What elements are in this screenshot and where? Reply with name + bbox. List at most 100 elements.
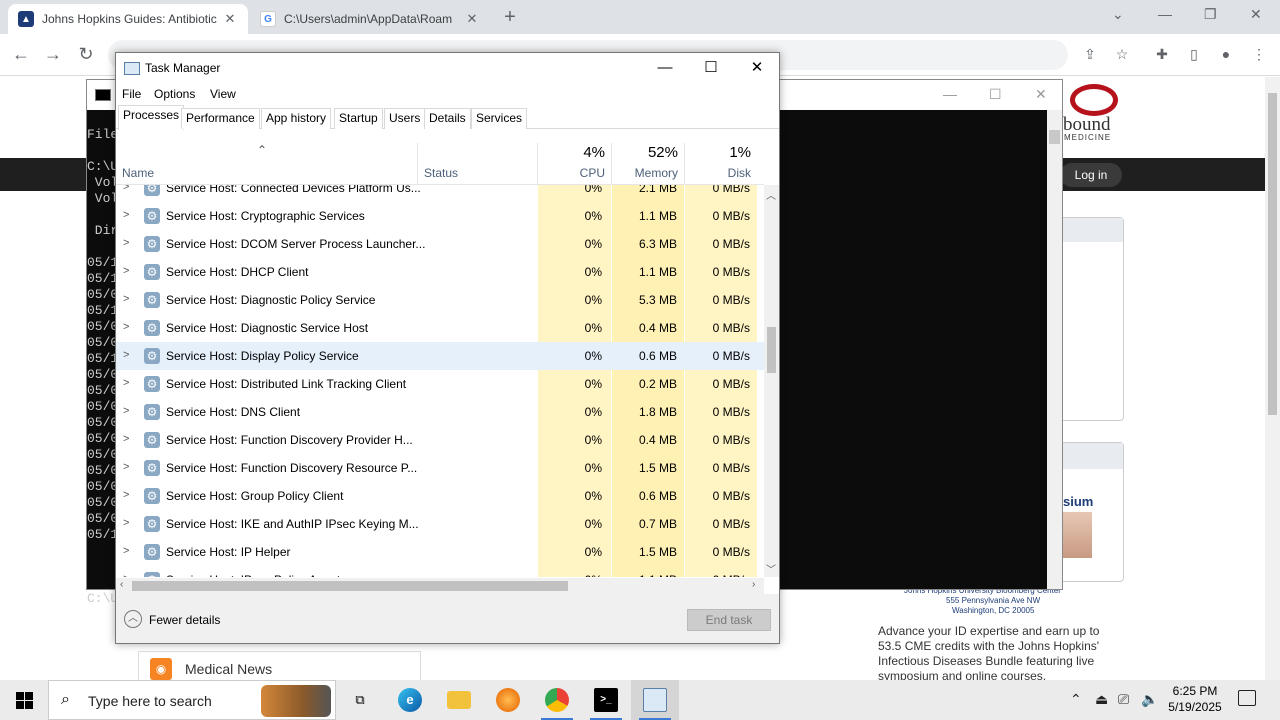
expand-chevron-icon[interactable]: > [123,545,129,557]
network-icon[interactable]: ⎚ [1118,691,1129,708]
horizontal-scrollbar[interactable]: ‹ › [116,578,764,594]
expand-chevron-icon[interactable]: > [123,209,129,221]
process-row[interactable]: > ⚙ Service Host: Connected Devices Platfo… [116,185,764,202]
expand-chevron-icon[interactable]: > [123,185,129,193]
column-memory[interactable]: 52% Memory [611,143,684,185]
column-disk[interactable]: 1% Disk [684,143,757,185]
tab-services[interactable]: Services [471,108,528,129]
end-task-button[interactable]: End task [687,609,771,631]
menu-icon[interactable]: ⋮ [1250,46,1268,64]
close-tab-icon[interactable]: ✕ [464,11,480,27]
expand-chevron-icon[interactable]: > [123,517,129,529]
menu-view[interactable]: View [210,87,236,101]
login-button[interactable]: Log in [1060,163,1122,187]
expand-chevron-icon[interactable]: > [123,377,129,389]
tab-details[interactable]: Details [424,108,471,129]
tab-processes[interactable]: Processes [118,105,185,130]
process-row[interactable]: > ⚙ Service Host: DHCP Client 0% 1.1 MB 0 MB/… [116,258,764,286]
process-row[interactable]: > ⚙ Service Host: DNS Client 0% 1.8 MB 0 MB/s [116,398,764,426]
edge-button[interactable]: e [386,680,434,720]
tab-users[interactable]: Users [384,108,426,129]
task-view-button[interactable]: ⧉ [336,680,384,720]
close-icon[interactable]: ✕ [1250,6,1262,23]
expand-chevron-icon[interactable]: > [123,573,129,577]
sort-up-icon[interactable]: ⌃ [257,143,267,157]
process-row[interactable]: > ⚙ Service Host: IP Helper 0% 1.5 MB 0 MB/s [116,538,764,566]
notification-icon[interactable] [1238,690,1256,706]
process-row[interactable]: > ⚙ Service Host: Function Discovery Resou… [116,454,764,482]
column-status[interactable]: Status [424,166,458,180]
process-row[interactable]: > ⚙ Service Host: Cryptographic Services 0%… [116,202,764,230]
expand-chevron-icon[interactable]: > [123,265,129,277]
console-maximize-icon[interactable]: ☐ [989,86,1002,103]
expand-chevron-icon[interactable]: > [123,349,129,361]
console-close-icon[interactable]: ✕ [1035,86,1047,103]
column-name[interactable]: Name [122,166,154,180]
console-scrollbar[interactable] [1047,110,1062,589]
expand-chevron-icon[interactable]: > [123,405,129,417]
page-scrollbar[interactable] [1265,77,1280,680]
process-row[interactable]: > ⚙ Service Host: Distributed Link Trackin… [116,370,764,398]
forward-icon[interactable]: → [42,44,64,65]
cmd-button[interactable]: >_ [582,680,630,720]
process-row[interactable]: > ⚙ Service Host: Function Discovery Provi… [116,426,764,454]
extensions-icon[interactable]: ✚ [1153,46,1171,64]
usb-icon[interactable]: ⏏ [1095,691,1108,708]
process-row[interactable]: > ⚙ Service Host: IKE and AuthIP IPsec Key… [116,510,764,538]
expand-chevron-icon[interactable]: > [123,293,129,305]
process-row[interactable]: > ⚙ Service Host: Group Policy Client 0% 0.6… [116,482,764,510]
side-panel-icon[interactable]: ▯ [1185,46,1203,64]
process-row[interactable]: > ⚙ Service Host: Diagnostic Service Host 0… [116,314,764,342]
profile-icon[interactable]: ● [1217,46,1235,64]
chevron-up-icon[interactable]: ⌃ [1070,691,1082,708]
menu-options[interactable]: Options [154,87,195,101]
scroll-down-icon[interactable]: ﹀ [766,561,776,576]
expand-chevron-icon[interactable]: > [123,433,129,445]
process-row[interactable]: > ⚙ Service Host: Diagnostic Policy Servic… [116,286,764,314]
expand-chevron-icon[interactable]: > [123,237,129,249]
expand-chevron-icon[interactable]: > [123,461,129,473]
chrome-button[interactable] [533,680,581,720]
clock[interactable]: 6:25 PM 5/19/2025 [1164,683,1226,715]
tab-app-history[interactable]: App history [261,108,332,129]
taskbar-search[interactable]: ⌕ Type here to search [48,680,336,720]
close-tab-icon[interactable]: ✕ [222,11,238,27]
tm-titlebar[interactable]: Task Manager — ☐ ✕ [116,53,779,83]
close-icon[interactable]: ✕ [742,57,772,79]
restore-icon[interactable]: ❐ [1204,6,1217,23]
process-row[interactable]: > ⚙ Service Host: Display Policy Service 0%… [116,342,764,370]
minimize-icon[interactable]: — [1158,6,1172,22]
maximize-icon[interactable]: ☐ [696,57,726,79]
chevron-up-icon[interactable]: ︿ [124,610,142,628]
reload-icon[interactable]: ↻ [75,44,97,65]
hscroll-thumb[interactable] [132,581,568,591]
column-cpu[interactable]: 4% CPU [537,143,611,185]
new-tab-icon[interactable]: + [499,6,521,29]
tab-startup[interactable]: Startup [334,108,383,129]
tab-search-icon[interactable]: ⌄ [1112,6,1124,23]
scroll-right-icon[interactable]: › [752,579,755,590]
file-explorer-button[interactable] [435,680,483,720]
start-button[interactable] [0,680,48,720]
volume-icon[interactable]: 🔈 [1141,691,1158,708]
news-label[interactable]: Medical News [185,661,272,677]
tab-performance[interactable]: Performance [181,108,260,129]
console-minimize-icon[interactable]: — [943,86,957,102]
fewer-details-link[interactable]: Fewer details [149,613,220,627]
expand-chevron-icon[interactable]: > [123,489,129,501]
firefox-button[interactable] [484,680,532,720]
share-icon[interactable]: ⇪ [1081,46,1099,64]
promo-text[interactable]: Advance your ID expertise and earn up to… [878,624,1108,684]
scroll-left-icon[interactable]: ‹ [120,579,123,590]
task-manager-taskbar-button[interactable] [631,680,679,720]
menu-file[interactable]: File [122,87,141,101]
process-row[interactable]: > ⚙ Service Host: DCOM Server Process Laun… [116,230,764,258]
minimize-icon[interactable]: — [650,57,680,79]
back-icon[interactable]: ← [10,44,32,65]
scroll-thumb[interactable] [767,327,776,373]
bookmark-star-icon[interactable]: ☆ [1113,46,1131,64]
browser-tab-johns-hopkins[interactable]: ▲ Johns Hopkins Guides: Antibiotic ✕ [8,4,248,34]
process-row[interactable]: > ⚙ Service Host: IPsec Policy Agent 0% 1.1 … [116,566,764,577]
task-manager-window[interactable]: Task Manager — ☐ ✕ File Options View Pro… [115,52,780,644]
vertical-scrollbar[interactable]: ︿ ﹀ [764,185,779,577]
